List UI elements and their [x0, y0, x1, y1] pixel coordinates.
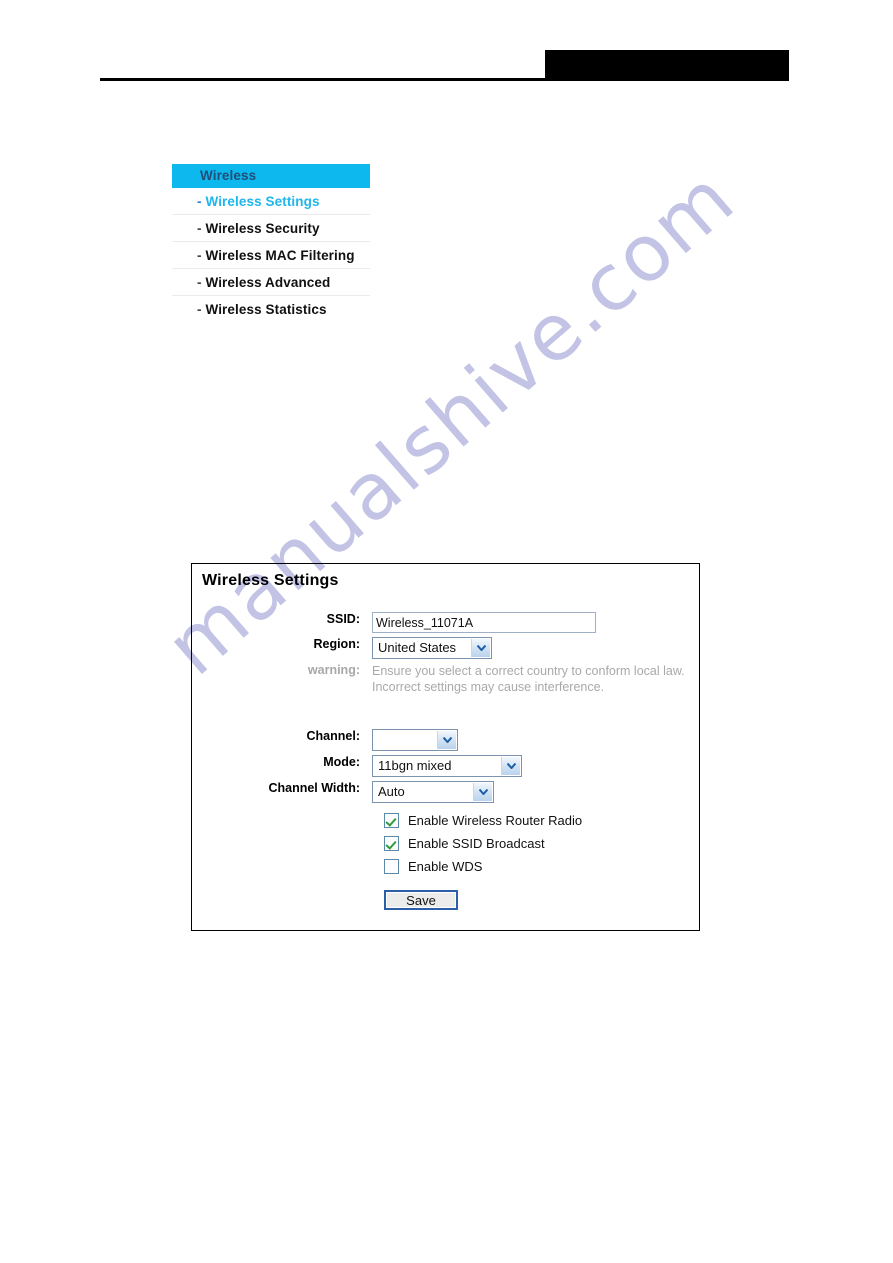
sidebar-item-wireless-statistics[interactable]: - Wireless Statistics	[172, 296, 370, 323]
sidebar-item-label: Wireless Security	[205, 221, 320, 236]
save-row: Save	[372, 890, 699, 910]
sidebar-item-label: Wireless Advanced	[205, 275, 331, 290]
form-row-region: Region: United States	[192, 637, 699, 659]
checkbox-row-wireless-router-radio[interactable]: Enable Wireless Router Radio	[372, 813, 699, 828]
bullet-dash-icon: -	[197, 221, 202, 236]
checkbox-row-wds[interactable]: Enable WDS	[372, 859, 699, 874]
checkbox-label: Enable WDS	[408, 859, 483, 874]
mode-label: Mode:	[323, 755, 360, 769]
chevron-down-icon	[501, 757, 520, 775]
sidebar-section-title: Wireless	[172, 164, 370, 188]
channel-label: Channel:	[306, 729, 360, 743]
ssid-input[interactable]	[372, 612, 596, 633]
channel-width-select[interactable]: Auto	[372, 781, 494, 803]
wireless-settings-panel: Wireless Settings SSID: Region: United S…	[191, 563, 700, 931]
sidebar-item-wireless-mac-filtering[interactable]: - Wireless MAC Filtering	[172, 242, 370, 269]
header-divider-rule	[100, 78, 789, 81]
region-label: Region:	[313, 637, 360, 651]
sidebar-item-wireless-settings[interactable]: - Wireless Settings	[172, 188, 370, 215]
sidebar-item-wireless-advanced[interactable]: - Wireless Advanced	[172, 269, 370, 296]
sidebar-item-wireless-security[interactable]: - Wireless Security	[172, 215, 370, 242]
sidebar-item-label: Wireless Settings	[205, 194, 320, 209]
channel-width-label: Channel Width:	[268, 781, 360, 795]
enable-ssid-broadcast-checkbox[interactable]	[384, 836, 399, 851]
warning-text-line2: Incorrect settings may cause interferenc…	[372, 680, 605, 694]
page-header	[0, 0, 893, 100]
chevron-down-icon	[437, 731, 456, 749]
sidebar-nav: Wireless - Wireless Settings - Wireless …	[172, 164, 370, 323]
sidebar-item-label: Wireless Statistics	[205, 302, 327, 317]
bullet-dash-icon: -	[197, 248, 202, 263]
form-row-ssid: SSID:	[192, 612, 699, 633]
form-row-warning: warning: Ensure you select a correct cou…	[192, 663, 699, 695]
mode-select[interactable]: 11bgn mixed	[372, 755, 522, 777]
mode-select-value: 11bgn mixed	[378, 758, 452, 773]
form-spacer	[192, 699, 699, 729]
header-redaction-bar	[545, 50, 789, 81]
sidebar-item-label: Wireless MAC Filtering	[205, 248, 355, 263]
warning-label: warning:	[307, 663, 360, 677]
bullet-dash-icon: -	[197, 275, 202, 290]
bullet-dash-icon: -	[197, 302, 202, 317]
chevron-down-icon	[471, 639, 490, 657]
checkbox-label: Enable Wireless Router Radio	[408, 813, 583, 828]
panel-title: Wireless Settings	[202, 572, 339, 589]
form-row-mode: Mode: 11bgn mixed	[192, 755, 699, 777]
enable-wds-checkbox[interactable]	[384, 859, 399, 874]
bullet-dash-icon: -	[197, 194, 202, 209]
checkbox-label: Enable SSID Broadcast	[408, 836, 545, 851]
channel-select[interactable]	[372, 729, 458, 751]
form-row-channel: Channel:	[192, 729, 699, 751]
enable-wireless-router-radio-checkbox[interactable]	[384, 813, 399, 828]
form-row-channel-width: Channel Width: Auto	[192, 781, 699, 803]
chevron-down-icon	[473, 783, 492, 801]
region-select[interactable]: United States	[372, 637, 492, 659]
checkbox-row-ssid-broadcast[interactable]: Enable SSID Broadcast	[372, 836, 699, 851]
warning-text-line1: Ensure you select a correct country to c…	[372, 664, 685, 678]
save-button[interactable]: Save	[384, 890, 458, 910]
ssid-label: SSID:	[326, 612, 360, 626]
settings-form: SSID: Region: United States warning: Ens…	[192, 612, 699, 910]
